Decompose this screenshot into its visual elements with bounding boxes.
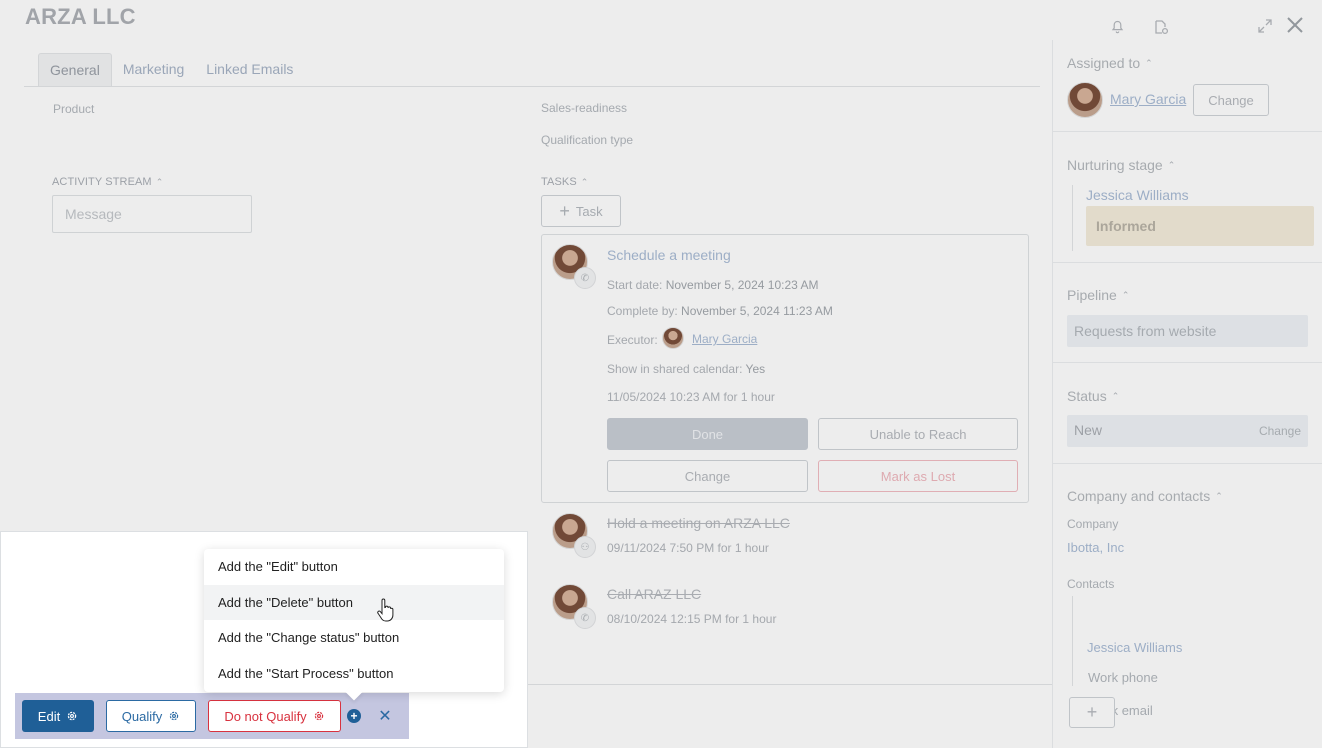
activity-stream-header[interactable]: ACTIVITY STREAM ⌃	[52, 176, 163, 188]
tab-marketing[interactable]: Marketing	[112, 53, 195, 86]
task-time-info: 11/05/2024 10:23 AM for 1 hour	[607, 390, 775, 404]
tab-linked-emails[interactable]: Linked Emails	[195, 53, 304, 86]
message-input[interactable]: Message	[52, 195, 252, 233]
company-header[interactable]: Company and contacts ⌃	[1067, 488, 1223, 504]
status-header[interactable]: Status ⌃	[1067, 388, 1119, 404]
history-task-time: 08/10/2024 12:15 PM for 1 hour	[607, 612, 777, 626]
history-task-title[interactable]: Hold a meeting on ARZA LLC	[607, 515, 790, 531]
chevron-up-icon: ⌃	[1215, 490, 1223, 501]
change-button[interactable]: Change	[607, 460, 808, 492]
qualify-button[interactable]: Qualify	[106, 700, 196, 732]
tab-general[interactable]: General	[38, 53, 112, 86]
task-shared-calendar: Show in shared calendar: Yes	[607, 362, 766, 376]
chevron-up-icon: ⌃	[1121, 289, 1130, 300]
assigned-title: Assigned to	[1067, 55, 1141, 71]
add-button-icon[interactable]: +	[347, 709, 361, 723]
status-change-link[interactable]: Change	[1259, 424, 1301, 438]
chevron-up-icon: ⌃	[580, 176, 589, 187]
do-not-qualify-button[interactable]: Do not Qualify	[208, 700, 341, 732]
pipeline-value[interactable]: Requests from website	[1067, 315, 1308, 347]
status-box: New Change	[1067, 415, 1308, 447]
company-value-link[interactable]: Ibotta, Inc	[1067, 540, 1124, 555]
executor-name-link[interactable]: Mary Garcia	[692, 332, 757, 346]
work-phone-label: Work phone	[1088, 670, 1158, 685]
assigned-header[interactable]: Assigned to ⌃	[1067, 55, 1153, 71]
task-start-date: Start date: November 5, 2024 10:23 AM	[607, 278, 819, 292]
add-task-label: Task	[575, 203, 603, 219]
chevron-up-icon: ⌃	[1111, 390, 1120, 401]
tasks-title: TASKS	[541, 176, 577, 188]
status-value: New	[1074, 422, 1103, 438]
contact-name-link[interactable]: Jessica Williams	[1087, 640, 1182, 655]
activity-stream-title: ACTIVITY STREAM	[52, 176, 152, 188]
nurturing-title: Nurturing stage	[1067, 157, 1163, 173]
gear-icon[interactable]	[168, 710, 180, 722]
task-complete-by: Complete by: November 5, 2024 11:23 AM	[607, 304, 833, 318]
do-not-qualify-label: Do not Qualify	[224, 708, 307, 724]
nurturing-header[interactable]: Nurturing stage ⌃	[1067, 157, 1175, 173]
phone-icon: ✆	[574, 607, 596, 629]
sidebar: Assigned to ⌃ Mary Garcia Change Nurturin…	[1052, 40, 1322, 748]
gear-icon[interactable]	[66, 710, 78, 722]
menu-item-add-edit[interactable]: Add the "Edit" button	[204, 549, 504, 585]
task-title[interactable]: Schedule a meeting	[607, 247, 731, 263]
nurturing-section: Nurturing stage ⌃ Jessica Williams Inform…	[1053, 132, 1322, 263]
qualify-label: Qualify	[121, 708, 163, 724]
pipeline-section: Pipeline ⌃ Requests from website	[1053, 263, 1322, 363]
history-task-time: 09/11/2024 7:50 PM for 1 hour	[607, 541, 769, 555]
chevron-up-icon: ⌃	[155, 176, 164, 187]
edit-button[interactable]: Edit	[22, 700, 94, 732]
close-icon[interactable]: ✕	[376, 706, 394, 726]
assigned-section: Assigned to ⌃ Mary Garcia Change	[1053, 40, 1322, 132]
status-section: Status ⌃ New Change	[1053, 363, 1322, 464]
company-label: Company	[1067, 517, 1119, 531]
divider	[528, 684, 1052, 685]
pipeline-title: Pipeline	[1067, 287, 1117, 303]
pipeline-header[interactable]: Pipeline ⌃	[1067, 287, 1129, 303]
menu-item-add-start-process[interactable]: Add the "Start Process" button	[204, 656, 504, 692]
assigned-name-link[interactable]: Mary Garcia	[1110, 91, 1186, 107]
menu-item-add-change-status[interactable]: Add the "Change status" button	[204, 620, 504, 656]
page-title: ARZA LLC	[25, 4, 136, 29]
divider	[1072, 185, 1073, 251]
phone-icon: ✆	[574, 267, 596, 289]
people-icon: ⚇	[574, 536, 596, 558]
avatar	[1067, 82, 1103, 118]
executor-avatar	[662, 327, 684, 349]
chevron-up-icon: ⌃	[1167, 159, 1176, 170]
unable-to-reach-button[interactable]: Unable to Reach	[818, 418, 1018, 450]
add-button-menu: Add the "Edit" button Add the "Delete" b…	[204, 549, 504, 692]
document-settings-icon[interactable]	[1151, 17, 1171, 37]
bell-icon[interactable]	[1107, 17, 1127, 37]
chevron-up-icon: ⌃	[1145, 57, 1153, 68]
close-icon[interactable]	[1285, 15, 1305, 35]
nurturing-person[interactable]: Jessica Williams	[1086, 187, 1189, 203]
plus-icon: +	[559, 201, 570, 221]
status-title: Status	[1067, 388, 1107, 404]
company-title: Company and contacts	[1067, 488, 1211, 504]
tasks-header[interactable]: TASKS ⌃	[541, 176, 588, 188]
menu-item-add-delete[interactable]: Add the "Delete" button	[204, 584, 504, 620]
hand-cursor-icon	[376, 598, 394, 627]
add-task-button[interactable]: + Task	[541, 195, 621, 227]
product-label: Product	[53, 102, 95, 116]
divider	[1072, 596, 1073, 686]
history-task-title[interactable]: Call ARAZ LLC	[607, 586, 701, 602]
add-contact-button[interactable]: +	[1069, 697, 1115, 728]
contacts-label: Contacts	[1067, 577, 1115, 591]
done-button[interactable]: Done	[607, 418, 808, 450]
edit-label: Edit	[37, 708, 61, 724]
sales-readiness-label: Sales-readiness	[541, 101, 628, 115]
expand-icon[interactable]	[1255, 16, 1275, 36]
task-executor-label: Executor:	[607, 333, 658, 347]
nurturing-stage-badge[interactable]: Informed	[1086, 206, 1314, 246]
gear-icon[interactable]	[313, 710, 325, 722]
tab-bar: General Marketing Linked Emails	[24, 53, 1040, 87]
assigned-change-button[interactable]: Change	[1193, 84, 1269, 116]
mark-as-lost-button[interactable]: Mark as Lost	[818, 460, 1018, 492]
qualification-type-label: Qualification type	[541, 133, 634, 147]
